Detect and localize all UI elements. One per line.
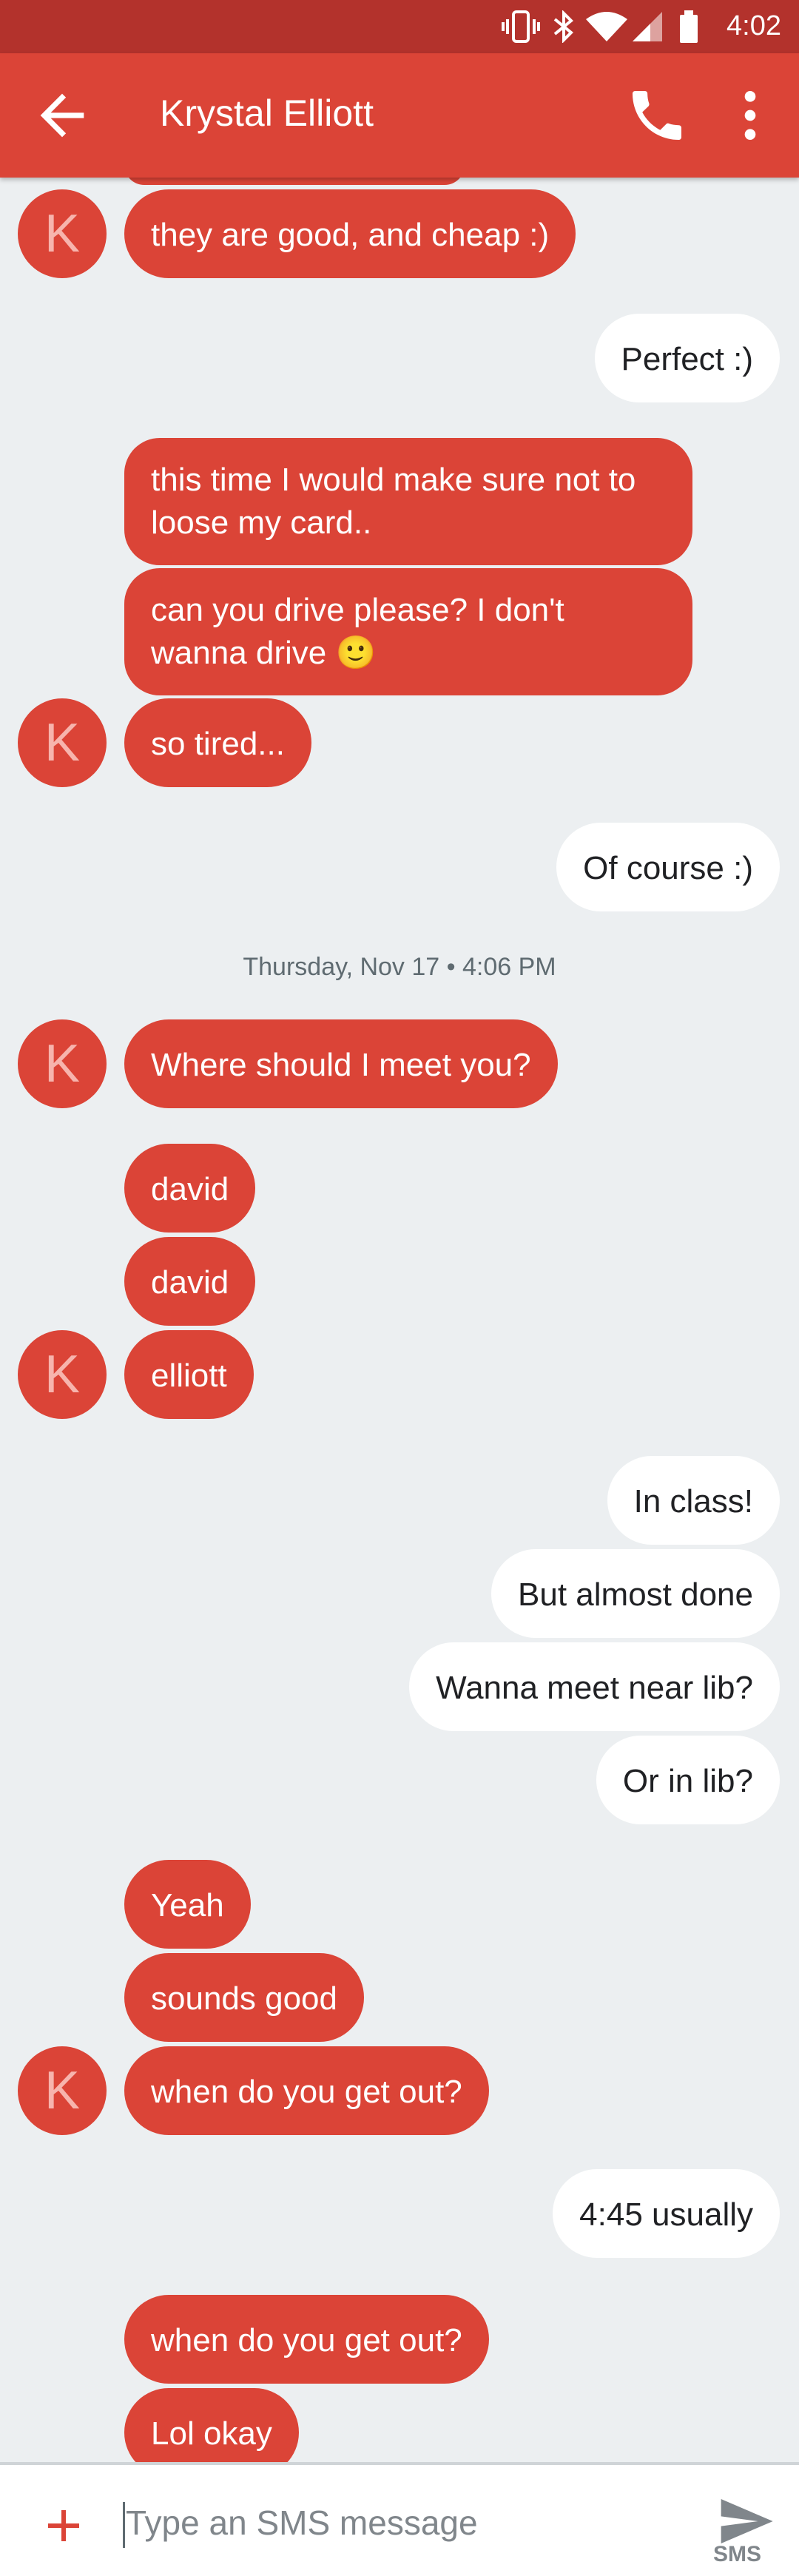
message-bubble-incoming[interactable]: when do you get out?: [124, 2046, 489, 2135]
battery-icon: [680, 10, 698, 43]
contact-avatar[interactable]: K: [18, 698, 107, 787]
message-bubble-incoming[interactable]: can you drive please? I don't wanna driv…: [124, 568, 692, 695]
send-mode-label[interactable]: SMS: [713, 2542, 761, 2567]
message-bubble-outgoing[interactable]: Perfect :): [594, 314, 780, 402]
more-vert-icon[interactable]: [718, 83, 783, 148]
message-bubble-incoming[interactable]: david: [124, 1237, 256, 1326]
phone-icon[interactable]: [624, 83, 690, 148]
message-bubble-incoming[interactable]: so tired...: [124, 698, 311, 787]
contact-avatar[interactable]: K: [18, 2046, 107, 2135]
message-bubble-outgoing[interactable]: In class!: [607, 1456, 780, 1545]
message-bubble-incoming[interactable]: david: [124, 1144, 256, 1233]
message-list[interactable]: they are good, and cheap :) K Perfect :)…: [0, 0, 799, 2573]
vibrate-icon: [502, 10, 540, 43]
text-cursor: [123, 2502, 125, 2548]
add-icon[interactable]: [37, 2499, 90, 2552]
cell-signal-icon: [633, 12, 662, 41]
message-bubble-incoming[interactable]: they are good, and cheap :): [124, 189, 576, 278]
message-bubble-outgoing[interactable]: Of course :): [556, 823, 780, 911]
status-bar: 4:02: [0, 0, 799, 53]
message-bubble-incoming[interactable]: Yeah: [124, 1860, 251, 1949]
bluetooth-icon: [553, 10, 573, 43]
message-bubble-outgoing[interactable]: But almost done: [491, 1549, 780, 1638]
message-bubble-incoming[interactable]: when do you get out?: [124, 2295, 489, 2384]
clock: 4:02: [726, 10, 781, 41]
wifi-icon: [586, 12, 627, 41]
message-bubble-incoming[interactable]: elliott: [124, 1330, 254, 1419]
message-bubble-incoming[interactable]: sounds good: [124, 1953, 364, 2042]
contact-avatar[interactable]: K: [18, 1019, 107, 1108]
message-input[interactable]: [126, 2496, 658, 2549]
message-bubble-outgoing[interactable]: Or in lib?: [596, 1736, 780, 1824]
message-composer: SMS: [0, 2462, 799, 2576]
message-bubble-incoming[interactable]: this time I would make sure not to loose…: [124, 438, 692, 565]
message-bubble-outgoing[interactable]: Wanna meet near lib?: [409, 1642, 780, 1731]
contact-avatar[interactable]: K: [18, 189, 107, 278]
message-bubble-incoming[interactable]: Where should I meet you?: [124, 1019, 558, 1108]
contact-avatar[interactable]: K: [18, 1330, 107, 1419]
timestamp-divider: Thursday, Nov 17 • 4:06 PM: [243, 953, 556, 981]
contact-name[interactable]: Krystal Elliott: [160, 92, 374, 135]
message-bubble-outgoing[interactable]: 4:45 usually: [553, 2169, 780, 2258]
app-bar: Krystal Elliott: [0, 53, 799, 178]
back-arrow-icon[interactable]: [30, 83, 95, 148]
